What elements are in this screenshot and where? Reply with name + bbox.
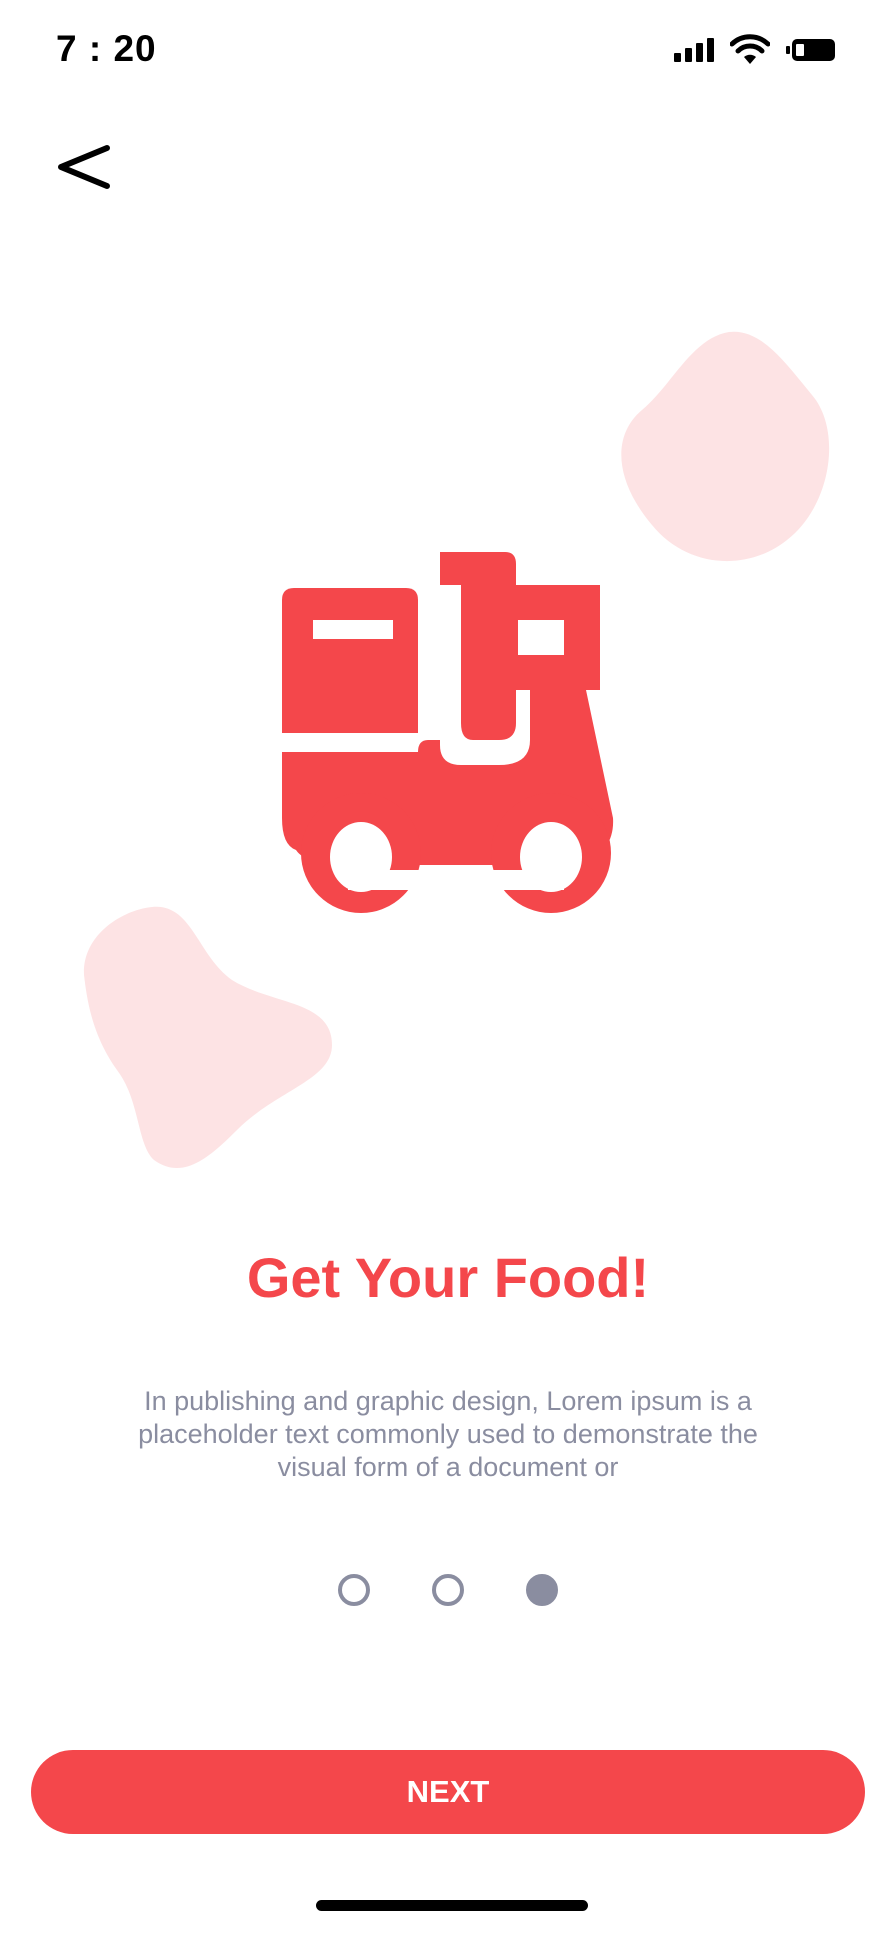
page-dot-1[interactable]	[338, 1574, 370, 1606]
status-icons	[674, 34, 836, 66]
chevron-left-icon	[58, 145, 110, 189]
wifi-icon	[730, 34, 770, 64]
blob-bottom-shape	[83, 906, 332, 1169]
delivery-scooter-icon	[282, 552, 614, 913]
home-indicator	[316, 1900, 588, 1911]
page-dot-3-active[interactable]	[526, 1574, 558, 1606]
decorative-blob-top	[621, 331, 830, 562]
onboarding-description: In publishing and graphic design, Lorem …	[138, 1386, 758, 1482]
status-bar: 7 : 20	[0, 0, 896, 100]
blob-top-shape	[621, 331, 830, 562]
signal-icon	[674, 38, 714, 62]
next-button[interactable]: NEXT	[31, 1750, 865, 1834]
onboarding-title: Get Your Food!	[246, 1246, 650, 1309]
battery-icon	[786, 39, 835, 61]
back-button[interactable]	[48, 132, 118, 202]
decorative-blob-bottom	[83, 906, 332, 1169]
page-dot-2[interactable]	[432, 1574, 464, 1606]
page-indicator	[0, 1574, 896, 1606]
status-time: 7 : 20	[56, 28, 157, 69]
